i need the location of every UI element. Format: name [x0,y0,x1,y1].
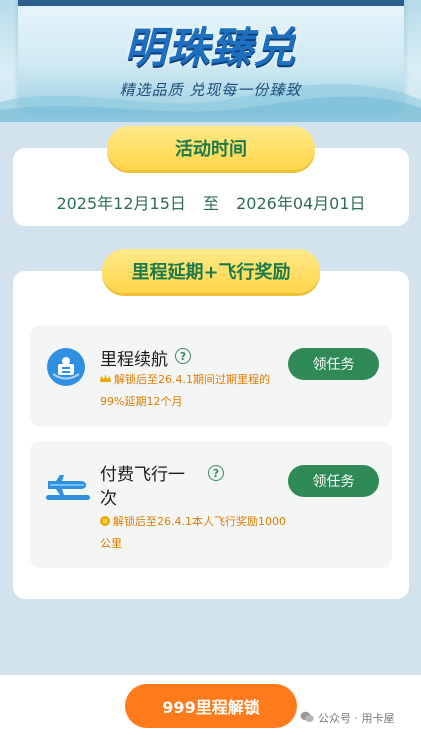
task-description-text: 解锁后至26.4.1期间过期里程的99%延期12个月 [100,373,270,408]
banner-top-strip [18,0,404,6]
help-icon[interactable]: ? [175,348,191,364]
help-icon[interactable]: ? [208,465,224,481]
task-card-paid-flight: 付费飞行一次 ? 解锁后至26.4.1本人飞行奖励1000公里 领任务 [30,441,392,568]
task-title: 付费飞行一次 [100,465,185,509]
crown-icon [100,370,111,391]
hero-banner: 明珠臻兑 精选品质 兑现每一份臻致 [0,0,421,122]
activity-time-heading: 活动时间 [107,126,315,170]
task-description: 解锁后至26.4.1期间过期里程的99%延期12个月 [100,369,290,412]
end-date: 2026年04月01日 [236,194,366,213]
task-description-text: 解锁后至26.4.1本人飞行奖励1000公里 [100,515,286,550]
task-title: 里程续航 [100,350,168,370]
watermark: 公众号 · 用卡屋 [300,710,395,726]
unlock-with-miles-button[interactable]: 999里程解锁 [125,684,297,728]
activity-date-range: 2025年12月15日 至 2026年04月01日 [13,190,409,214]
passport-icon [46,347,86,391]
task-card-mileage-extension: 里程续航 ? 解锁后至26.4.1期间过期里程的99%延期12个月 领任务 [30,325,392,427]
task-description: 解锁后至26.4.1本人飞行奖励1000公里 [100,511,290,554]
banner-subtitle: 精选品质 兑现每一份臻致 [119,81,302,99]
claim-task-button[interactable]: 领任务 [288,465,379,497]
date-separator: 至 [202,194,219,213]
coin-icon [100,512,110,533]
watermark-text: 公众号 · 用卡屋 [318,712,395,725]
start-date: 2025年12月15日 [56,194,186,213]
airplane-icon [46,465,90,507]
wechat-icon [300,711,314,726]
rewards-heading: 里程延期+飞行奖励 [102,249,320,293]
claim-task-button[interactable]: 领任务 [288,348,379,380]
banner-title: 明珠臻兑 [124,23,297,72]
